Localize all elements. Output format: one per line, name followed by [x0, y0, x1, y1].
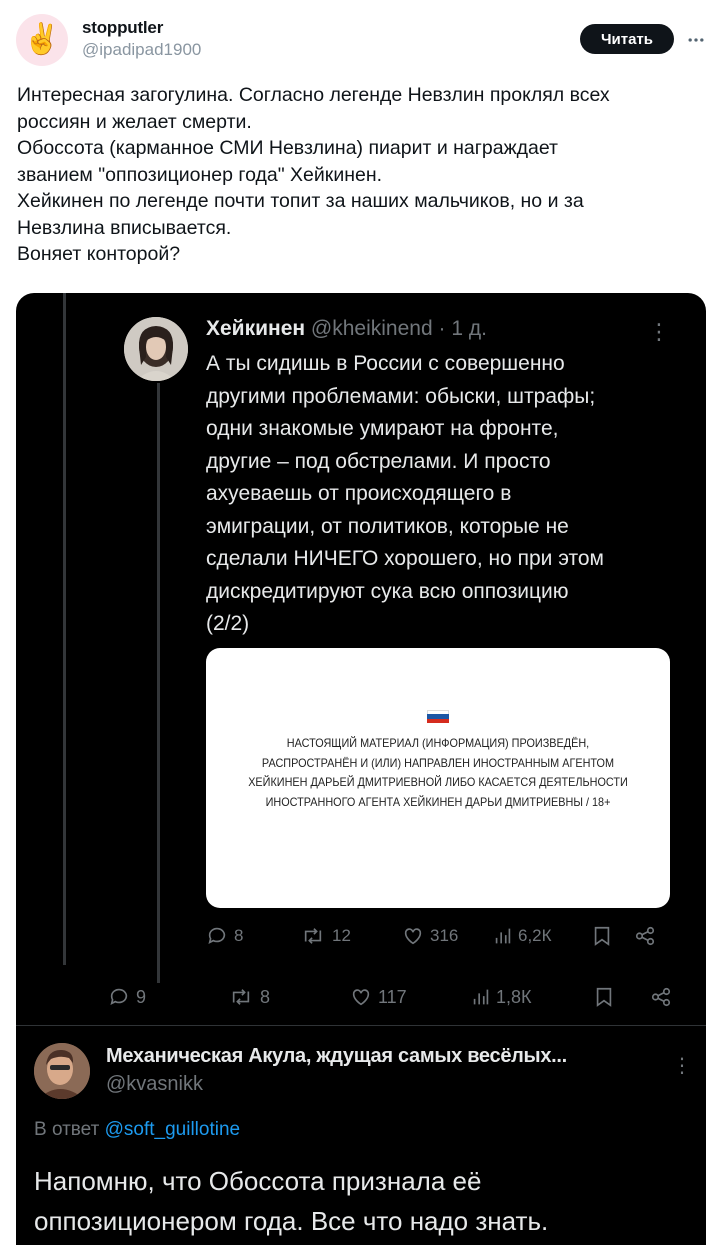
reply-header: Хейкинен @kheikinend · 1 д. [206, 317, 487, 341]
quote-author-handle: @kvasnikk [106, 1073, 203, 1095]
notice-line: НАСТОЯЩИЙ МАТЕРИАЛ (ИНФОРМАЦИЯ) ПРОИЗВЕД… [286, 736, 590, 750]
bookmark-icon [592, 925, 612, 947]
parent-views-count: 1,8К [472, 986, 532, 1008]
like-count: 316 [402, 925, 458, 947]
reply-more-icon: ⋮ [648, 319, 670, 344]
post-text-line: Невзлина вписывается. [17, 216, 232, 239]
reply-text-line: ахуеваешь от происходящего в [206, 482, 512, 505]
reply-text: А ты сидишь в России с совершенно другим… [206, 348, 686, 641]
quote-text-line: Напомню, что Обоссота признала её [34, 1166, 482, 1196]
views-count-value: 6,2К [518, 926, 552, 945]
post-text-line: россиян и желает смерти. [17, 110, 252, 133]
reply-avatar [124, 317, 188, 381]
in-reply-mention: @soft_guillotine [104, 1119, 241, 1140]
quote-more-icon: ⋮ [672, 1055, 692, 1077]
reply-text-line: А ты сидишь в России с совершенно [206, 352, 565, 375]
more-options-icon[interactable] [684, 28, 708, 52]
reply-text-line: эмиграции, от политиков, которые не [206, 514, 569, 538]
post-header: ✌️ stopputler @ipadipad1900 Читать [16, 14, 706, 70]
repost-count-value: 12 [332, 926, 351, 945]
notice-line: ХЕЙКИНЕН ДАРЬЕЙ ДМИТРИЕВНОЙ ЛИБО КАСАЕТС… [248, 775, 628, 789]
author-block[interactable]: stopputler @ipadipad1900 [82, 18, 201, 60]
quote-avatar [34, 1043, 90, 1099]
reply-time: · 1 д. [438, 317, 487, 340]
post-text: Интересная загогулина. Согласно легенде … [17, 82, 707, 268]
repost-icon [304, 928, 322, 944]
thread-line [63, 293, 66, 965]
reply-text-line: дискредитируют сука всю оппозицию [206, 579, 569, 603]
quote-text: Напомню, что Обоссота признала её оппози… [34, 1161, 694, 1241]
views-count: 6,2К [494, 925, 552, 947]
share-icon [650, 986, 672, 1008]
notice-text: НАСТОЯЩИЙ МАТЕРИАЛ (ИНФОРМАЦИЯ) ПРОИЗВЕД… [225, 734, 652, 812]
quote-author-name: Механическая Акула, ждущая самых весёлых… [106, 1045, 567, 1067]
parent-repost-count-value: 8 [260, 986, 271, 1007]
heart-icon [352, 989, 370, 1006]
author-avatar[interactable]: ✌️ [16, 14, 68, 66]
in-reply-to: В ответ @soft_guillotine [34, 1119, 240, 1141]
reply-text-line: другими проблемами: обыски, штрафы; [206, 384, 596, 408]
in-reply-prefix: В ответ [34, 1119, 100, 1140]
post-text-line: Хейкинен по легенде почти топит за наших… [17, 190, 584, 212]
author-handle[interactable]: @ipadipad1900 [82, 40, 201, 60]
parent-reply-count: 9 [108, 986, 146, 1008]
parent-like-count: 117 [350, 986, 407, 1008]
comment-icon [208, 927, 226, 944]
quote-text-line: оппозиционером года. Все что надо знать. [34, 1206, 549, 1236]
parent-views-count-value: 1,8К [496, 986, 532, 1007]
post-text-line: званием "оппозиционер года" Хейкинен. [17, 163, 383, 186]
notice-line: ИНОСТРАННОГО АГЕНТА ХЕЙКИНЕН ДАРЬИ ДМИТР… [265, 794, 611, 809]
reply-author-name: Хейкинен [206, 317, 306, 340]
reply-text-line: сделали НИЧЕГО хорошего, но при этом [206, 547, 604, 570]
reply-count: 8 [206, 925, 243, 947]
repost-icon [232, 989, 250, 1005]
parent-like-count-value: 117 [378, 986, 407, 1007]
notice-line: РАСПРОСТРАНЁН И (ИЛИ) НАПРАВЛЕН ИНОСТРАН… [261, 755, 615, 770]
author-name[interactable]: stopputler [82, 18, 201, 38]
reply-text-line: другие – под обстрелами. И просто [206, 449, 551, 473]
post-text-line: Интересная загогулина. Согласно легенде … [17, 84, 610, 106]
reply-text-line: (2/2) [206, 612, 250, 635]
bookmark-icon [594, 986, 614, 1008]
reply-text-line: одни знакомые умирают на фронте, [206, 417, 559, 440]
divider [16, 1025, 706, 1026]
reply-author-handle: @kheikinend [310, 317, 433, 340]
post-text-line: Воняет конторой? [17, 243, 181, 265]
views-icon [473, 989, 489, 1005]
foreign-agent-notice-image: НАСТОЯЩИЙ МАТЕРИАЛ (ИНФОРМАЦИЯ) ПРОИЗВЕД… [206, 648, 670, 908]
heart-icon [404, 928, 422, 945]
reply-count-value: 8 [234, 926, 244, 945]
read-button[interactable]: Читать [580, 24, 674, 54]
parent-repost-count: 8 [228, 986, 270, 1008]
thread-line [157, 383, 160, 983]
views-icon [495, 928, 511, 944]
like-count-value: 316 [430, 926, 459, 945]
parent-reply-count-value: 9 [136, 986, 147, 1007]
share-icon [634, 925, 656, 947]
comment-icon [110, 988, 128, 1005]
russian-flag-icon [427, 710, 449, 723]
attached-screenshot[interactable]: Хейкинен @kheikinend · 1 д. ⋮ А ты сидиш… [16, 293, 706, 1245]
post-text-line: Обоссота (карманное СМИ Невзлина) пиарит… [17, 137, 558, 159]
repost-count: 12 [300, 925, 351, 947]
